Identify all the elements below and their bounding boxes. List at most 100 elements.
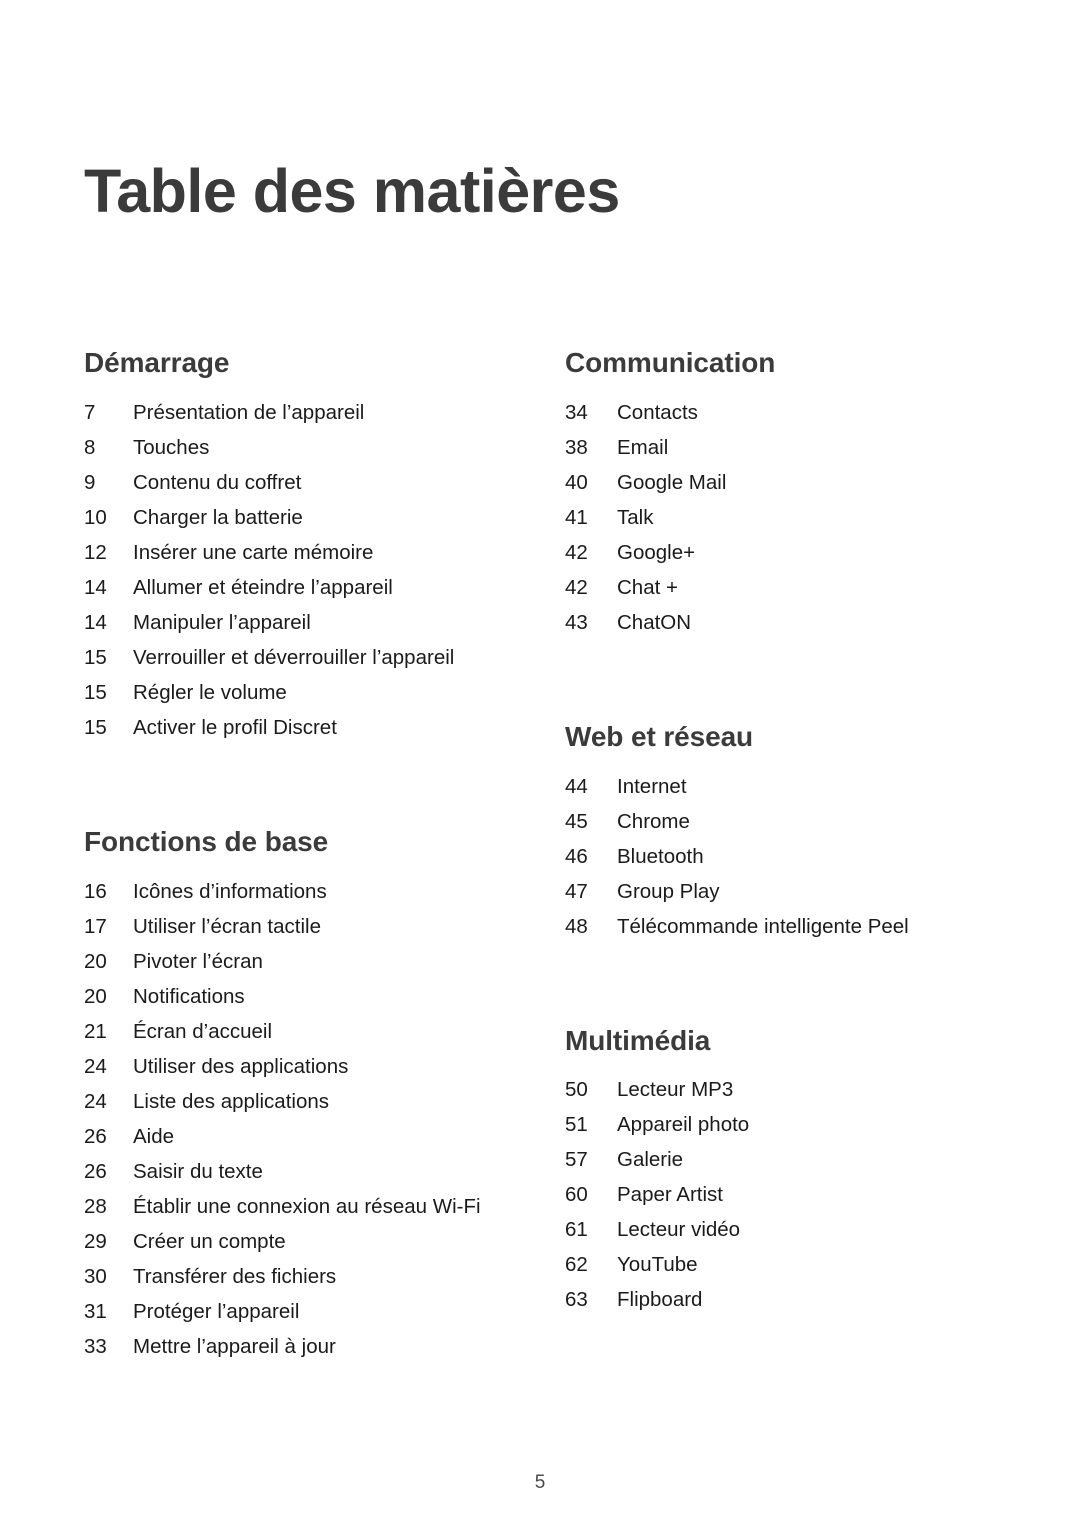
toc-entry[interactable]: 38 Email [565,430,985,465]
toc-entry[interactable]: 21 Écran d’accueil [84,1014,514,1049]
toc-section-fonctions-de-base: Fonctions de base 16 Icônes d’informations… [84,826,514,1364]
toc-entry-label: Liste des applications [133,1089,330,1113]
toc-entry-label: Transférer des fichiers [133,1264,337,1288]
toc-entry-label: Bluetooth [617,844,704,868]
toc-entry-page-number: 21 [84,1019,107,1043]
toc-entry[interactable]: 30 Transférer des fichiers [84,1259,514,1294]
toc-entry[interactable]: 61 Lecteur vidéo [565,1212,985,1247]
toc-entry-page-number: 61 [565,1218,588,1242]
toc-entry-label: Appareil photo [617,1113,750,1137]
toc-entry[interactable]: 8 Touches [84,430,514,465]
toc-entry[interactable]: 10 Charger la batterie [84,500,514,535]
section-heading: Démarrage [84,347,230,378]
toc-entry[interactable]: 41 Talk [565,500,985,535]
toc-entry[interactable]: 17 Utiliser l’écran tactile [84,909,514,944]
toc-entry-label: Flipboard [617,1288,703,1312]
toc-entry-label: Contacts [617,400,698,424]
toc-entry-label: Pivoter l’écran [133,949,263,973]
toc-entry-page-number: 26 [84,1124,107,1148]
toc-entry[interactable]: 42 Google+ [565,535,985,570]
toc-entry[interactable]: 63 Flipboard [565,1282,985,1317]
toc-entry-page-number: 14 [84,575,107,599]
toc-entry[interactable]: 44 Internet [565,769,985,804]
toc-entry[interactable]: 26 Aide [84,1119,514,1154]
toc-entry-label: Chat + [617,575,678,599]
toc-entry[interactable]: 15 Verrouiller et déverrouiller l’apparei… [84,640,514,675]
toc-list: 34 Contacts 38 Email 40 Google Mail 41 Talk 42 Go… [565,395,985,640]
toc-entry-page-number: 57 [565,1148,588,1172]
toc-entry-label: Télécommande intelligente Peel [617,914,909,938]
toc-entry-label: Galerie [617,1148,684,1172]
toc-entry[interactable]: 34 Contacts [565,395,985,430]
toc-entry[interactable]: 51 Appareil photo [565,1107,985,1142]
toc-entry-page-number: 7 [84,400,96,424]
toc-entry[interactable]: 15 Activer le profil Discret [84,710,514,745]
toc-entry-page-number: 24 [84,1054,107,1078]
toc-entry-page-number: 8 [84,435,96,459]
toc-entry[interactable]: 45 Chrome [565,804,985,839]
toc-list: 16 Icônes d’informations 17 Utiliser l’écra… [84,874,514,1364]
toc-entry-page-number: 20 [84,984,107,1008]
toc-entry[interactable]: 20 Pivoter l’écran [84,944,514,979]
toc-entry[interactable]: 46 Bluetooth [565,839,985,874]
toc-entry-page-number: 50 [565,1078,588,1102]
toc-entry[interactable]: 62 YouTube [565,1247,985,1282]
toc-section-demarrage: Démarrage 7 Présentation de l’appareil 8 Tou… [84,347,514,745]
section-heading: Communication [565,347,776,378]
toc-entry[interactable]: 24 Liste des applications [84,1084,514,1119]
toc-entry-label: Contenu du coffret [133,470,302,494]
toc-entry-page-number: 48 [565,914,588,938]
toc-entry[interactable]: 26 Saisir du texte [84,1154,514,1189]
toc-entry[interactable]: 14 Manipuler l’appareil [84,605,514,640]
toc-entry[interactable]: 14 Allumer et éteindre l’appareil [84,570,514,605]
toc-section-web-et-reseau: Web et réseau 44 Internet 45 Chrome 46 Bluetoo… [565,721,985,944]
toc-entry-page-number: 14 [84,610,107,634]
toc-entry-page-number: 31 [84,1299,107,1323]
toc-entry[interactable]: 40 Google Mail [565,465,985,500]
toc-entry-label: Paper Artist [617,1183,723,1207]
toc-entry-label: Talk [617,505,654,529]
toc-entry-page-number: 45 [565,809,588,833]
toc-entry-label: ChatON [617,610,692,634]
toc-entry[interactable]: 9 Contenu du coffret [84,465,514,500]
toc-entry-label: Utiliser des applications [133,1054,349,1078]
toc-entry[interactable]: 42 Chat + [565,570,985,605]
footer-page-number: 5 [534,1472,546,1493]
toc-entry[interactable]: 15 Régler le volume [84,675,514,710]
toc-section-communication: Communication 34 Contacts 38 Email 40 Google M… [565,347,985,640]
toc-entry[interactable]: 47 Group Play [565,874,985,909]
toc-entry[interactable]: 31 Protéger l’appareil [84,1294,514,1329]
page-title: Table des matières [84,156,620,225]
toc-entry-label: Régler le volume [133,680,287,704]
toc-entry[interactable]: 43 ChatON [565,605,985,640]
toc-entry[interactable]: 24 Utiliser des applications [84,1049,514,1084]
toc-entry[interactable]: 57 Galerie [565,1142,985,1177]
toc-entry-label: Utiliser l’écran tactile [133,914,321,938]
toc-entry-page-number: 42 [565,540,588,564]
toc-entry-page-number: 16 [84,879,107,903]
toc-entry[interactable]: 50 Lecteur MP3 [565,1072,985,1107]
toc-entry[interactable]: 33 Mettre l’appareil à jour [84,1329,514,1364]
toc-column-left: Démarrage 7 Présentation de l’appareil 8 Tou… [84,347,514,1364]
toc-entry[interactable]: 48 Télécommande intelligente Peel [565,909,985,944]
toc-entry[interactable]: 29 Créer un compte [84,1224,514,1259]
toc-entry[interactable]: 60 Paper Artist [565,1177,985,1212]
toc-entry-label: Notifications [133,984,245,1008]
toc-entry-page-number: 62 [565,1253,588,1277]
toc-entry-page-number: 20 [84,949,107,973]
document-page: Table des matières Démarrage 7 Présentatio… [0,0,1080,1527]
toc-entry[interactable]: 28 Établir une connexion au réseau Wi-Fi [84,1189,514,1224]
toc-entry-label: Manipuler l’appareil [133,610,311,634]
toc-entry-label: Group Play [617,879,720,903]
toc-entry-label: Email [617,435,669,459]
toc-entry-page-number: 17 [84,914,107,938]
toc-entry-label: Créer un compte [133,1229,286,1253]
toc-entry-page-number: 41 [565,505,588,529]
toc-list: 50 Lecteur MP3 51 Appareil photo 57 Galerie 60… [565,1072,985,1317]
toc-entry-label: Icônes d’informations [133,879,327,903]
toc-entry[interactable]: 20 Notifications [84,979,514,1014]
toc-entry[interactable]: 12 Insérer une carte mémoire [84,535,514,570]
toc-entry-page-number: 40 [565,470,588,494]
toc-entry[interactable]: 7 Présentation de l’appareil [84,395,514,430]
toc-entry[interactable]: 16 Icônes d’informations [84,874,514,909]
